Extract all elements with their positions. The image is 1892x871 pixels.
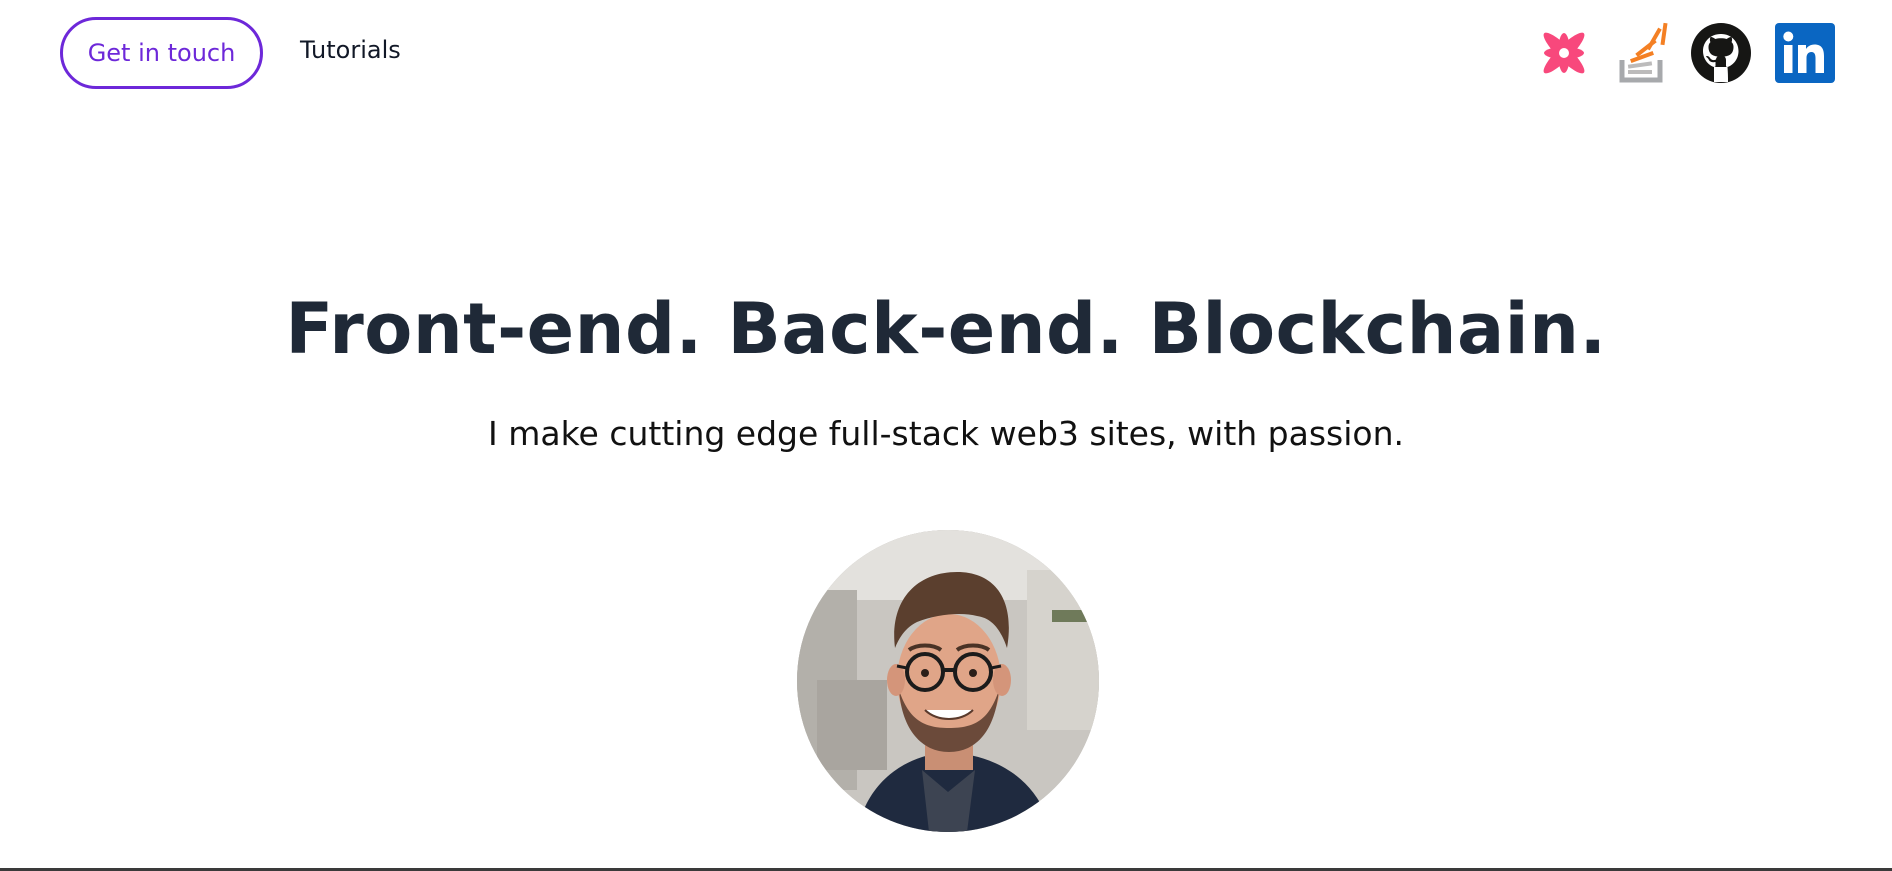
tutorials-link[interactable]: Tutorials (300, 36, 401, 64)
page: Get in touch Tutorials Front-end. Back-e… (0, 0, 1892, 871)
github-icon[interactable] (1690, 22, 1752, 84)
linkedin-icon[interactable] (1774, 22, 1836, 84)
get-in-touch-button[interactable]: Get in touch (60, 17, 263, 89)
top-nav: Get in touch Tutorials (0, 0, 1892, 108)
zulip-icon[interactable] (1533, 22, 1595, 84)
hero-title: Front-end. Back-end. Blockchain. (285, 288, 1607, 370)
hero-subtitle: I make cutting edge full-stack web3 site… (488, 414, 1404, 453)
profile-photo (797, 530, 1099, 832)
stackoverflow-icon[interactable] (1612, 22, 1674, 84)
